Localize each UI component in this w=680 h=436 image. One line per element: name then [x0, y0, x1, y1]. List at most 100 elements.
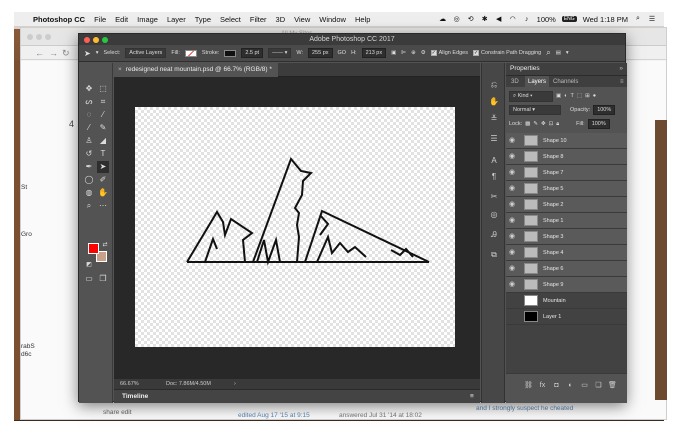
- layer-row[interactable]: ◉ Shape 5: [506, 181, 627, 197]
- quick-mask-icon[interactable]: ▭: [83, 273, 95, 285]
- history-brush-tool-icon[interactable]: ↺: [83, 148, 95, 160]
- clone-source-icon[interactable]: ⧉: [488, 249, 500, 261]
- filter-shape-icon[interactable]: ⬚: [577, 93, 582, 99]
- menu-window[interactable]: Window: [319, 15, 346, 24]
- default-colors-icon[interactable]: ◩: [83, 259, 95, 271]
- visibility-eye-icon[interactable]: ◉: [509, 152, 517, 161]
- path-selection-tool-icon[interactable]: ➤: [97, 161, 109, 173]
- delete-layer-icon[interactable]: 🗑︎: [608, 381, 617, 390]
- marquee-tool-icon[interactable]: ⬚: [97, 83, 109, 95]
- new-group-icon[interactable]: ▭: [580, 381, 589, 390]
- blend-mode-dropdown[interactable]: Normal ▾: [509, 105, 561, 115]
- menu-3d[interactable]: 3D: [276, 15, 286, 24]
- menu-type[interactable]: Type: [195, 15, 211, 24]
- glyphs-panel-icon[interactable]: Ꭿ: [488, 229, 500, 241]
- paragraph-panel-icon[interactable]: ¶: [488, 171, 500, 183]
- search-icon[interactable]: ⌕: [546, 48, 550, 58]
- visibility-eye-icon[interactable]: ◉: [509, 280, 517, 289]
- layer-row[interactable]: ◉ Shape 7: [506, 165, 627, 181]
- eyedropper-tool-icon[interactable]: ⁄: [83, 122, 95, 134]
- filter-adjustment-icon[interactable]: ◐: [564, 93, 567, 99]
- tools-panel-icon[interactable]: ✂: [488, 191, 500, 203]
- visibility-eye-icon[interactable]: ◉: [509, 184, 517, 193]
- creative-cloud-icon[interactable]: ◎: [453, 15, 461, 23]
- menu-view[interactable]: View: [294, 15, 310, 24]
- lock-artboard-icon[interactable]: ⊡: [549, 121, 554, 127]
- volume-icon[interactable]: ◀: [495, 15, 503, 23]
- opacity-field[interactable]: 100%: [593, 105, 616, 115]
- menu-layer[interactable]: Layer: [167, 15, 186, 24]
- paint-bucket-tool-icon[interactable]: ◍: [83, 187, 95, 199]
- height-field[interactable]: 213 px: [361, 48, 387, 58]
- swap-colors-icon[interactable]: ⇄: [99, 239, 111, 251]
- fill-swatch[interactable]: [184, 49, 197, 57]
- crop-tool-icon[interactable]: ⌗: [97, 96, 109, 108]
- stroke-swatch[interactable]: [224, 49, 237, 57]
- ellipse-tool-icon[interactable]: ◯: [83, 174, 95, 186]
- zoom-window-button[interactable]: [102, 37, 108, 43]
- layer-row[interactable]: ◉ Shape 4: [506, 245, 627, 261]
- character-panel-icon[interactable]: A: [488, 155, 500, 167]
- filter-smart-object-icon[interactable]: ⊞: [585, 93, 590, 99]
- layer-mask-icon[interactable]: ◘: [552, 381, 561, 390]
- visibility-eye-icon[interactable]: ◉: [509, 248, 517, 257]
- visibility-eye-icon[interactable]: ◉: [509, 264, 517, 273]
- menu-select[interactable]: Select: [220, 15, 241, 24]
- layer-row[interactable]: ◉ Shape 9: [506, 277, 627, 293]
- eraser-tool-icon[interactable]: ◢: [97, 135, 109, 147]
- tab-layers[interactable]: Layers: [525, 76, 550, 88]
- timeline-title[interactable]: Timeline: [122, 390, 148, 404]
- menu-filter[interactable]: Filter: [250, 15, 267, 24]
- menu-file[interactable]: File: [94, 15, 106, 24]
- time-machine-icon[interactable]: ⟲: [467, 15, 475, 23]
- clock[interactable]: Wed 1:18 PM: [583, 15, 628, 24]
- battery-percent[interactable]: 100%: [537, 15, 556, 24]
- filter-pixel-icon[interactable]: ▣: [556, 93, 561, 99]
- tab-3d[interactable]: 3D: [508, 76, 522, 88]
- canvas[interactable]: [135, 107, 455, 347]
- path-selection-tool-icon[interactable]: ➤: [84, 49, 91, 58]
- spotlight-search-icon[interactable]: ⌕: [634, 15, 642, 23]
- layer-row[interactable]: ◉ Shape 1: [506, 213, 627, 229]
- back-icon[interactable]: ←: [35, 48, 44, 58]
- status-arrow-icon[interactable]: ›: [234, 379, 236, 389]
- reload-icon[interactable]: ↻: [62, 48, 70, 59]
- layer-row[interactable]: ◉ Shape 10: [506, 133, 627, 149]
- lock-pixels-icon[interactable]: ✎: [533, 121, 538, 127]
- path-arrangement-icon[interactable]: ⊕: [411, 50, 416, 56]
- visibility-eye-icon[interactable]: ◉: [509, 216, 517, 225]
- visibility-eye-icon[interactable]: ◉: [509, 136, 517, 145]
- forward-icon[interactable]: →: [49, 48, 58, 58]
- foreground-color-swatch[interactable]: [88, 243, 99, 254]
- layer-row[interactable]: ◉ Shape 2: [506, 197, 627, 213]
- select-dropdown[interactable]: Active Layers: [125, 48, 167, 58]
- bg-share-edit[interactable]: share edit: [103, 409, 132, 416]
- layer-effects-icon[interactable]: fx: [538, 381, 547, 390]
- zoom-tool-icon[interactable]: ⌕: [83, 200, 95, 212]
- lock-position-icon[interactable]: ✥: [541, 121, 546, 127]
- document-tab[interactable]: × redesigned neat mountain.psd @ 66.7% (R…: [114, 63, 278, 77]
- zoom-level[interactable]: 66.67%: [120, 379, 139, 389]
- path-operations-icon[interactable]: ▣: [391, 50, 396, 56]
- path-alignment-icon[interactable]: ⊫: [401, 50, 406, 56]
- menu-image[interactable]: Image: [137, 15, 158, 24]
- width-field[interactable]: 255 px: [308, 48, 333, 58]
- kind-filter-dropdown[interactable]: ⌕ Kind ▾: [509, 90, 553, 102]
- stroke-width-field[interactable]: 2.5 pt: [241, 48, 264, 58]
- type-tool-icon[interactable]: T: [97, 148, 109, 160]
- align-edges-checkbox[interactable]: ✓: [430, 50, 437, 56]
- tool-preset-dropdown[interactable]: ▾: [96, 50, 99, 56]
- menu-edit[interactable]: Edit: [115, 15, 128, 24]
- close-tab-icon[interactable]: ×: [118, 66, 122, 73]
- clone-stamp-tool-icon[interactable]: ♙: [83, 135, 95, 147]
- adjustments-panel-icon[interactable]: ≚: [488, 113, 500, 125]
- layer-row[interactable]: ◉ Shape 3: [506, 229, 627, 245]
- cloud-icon[interactable]: ☁: [439, 15, 447, 23]
- tab-channels[interactable]: Channels: [550, 76, 581, 88]
- layer-row[interactable]: Mountain: [506, 293, 627, 309]
- minimize-window-button[interactable]: [93, 37, 99, 43]
- fill-field[interactable]: 100%: [587, 119, 610, 129]
- panel-collapse-icon[interactable]: »: [619, 63, 623, 75]
- pen-tool-icon[interactable]: ✒: [83, 161, 95, 173]
- stroke-type-dropdown[interactable]: —— ▾: [268, 48, 292, 58]
